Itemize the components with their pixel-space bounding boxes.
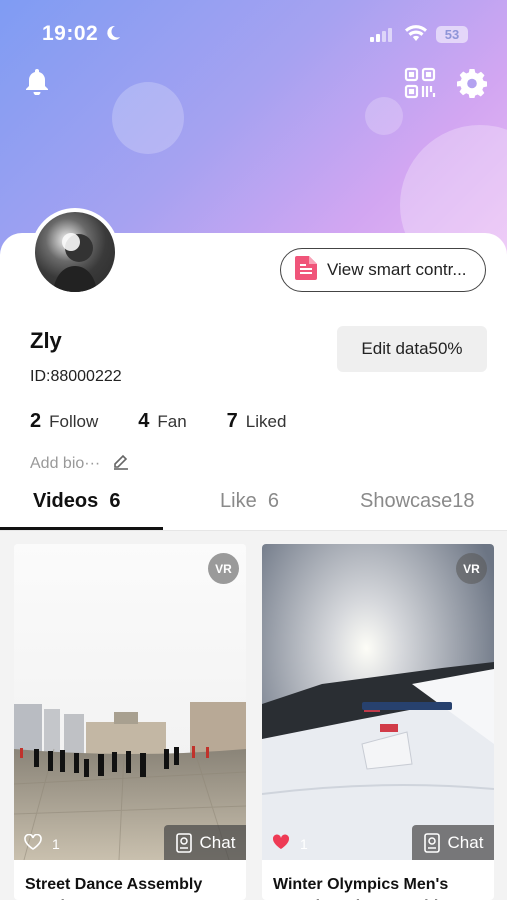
gear-icon[interactable]	[455, 66, 489, 100]
decorative-bubble	[112, 82, 184, 154]
edit-data-button[interactable]: Edit data50%	[337, 326, 487, 372]
avatar-image	[35, 212, 115, 292]
content-tabs: Videos 6 Like 6 Showcase18	[0, 482, 507, 530]
stat-label: Liked	[245, 412, 287, 431]
tab-label: Showcase	[360, 490, 453, 512]
decorative-bubble	[365, 97, 403, 135]
status-time: 19:02	[42, 22, 99, 45]
smart-contract-label: View smart contr...	[327, 260, 467, 279]
tab-like[interactable]: Like 6	[220, 490, 279, 513]
stat-label: Follow	[49, 412, 99, 431]
like-count: 1	[52, 835, 60, 852]
tab-label: Like	[220, 490, 257, 512]
vr-badge: VR	[208, 553, 239, 584]
profile-name: Zly	[30, 328, 62, 353]
profile-id: ID:88000222	[30, 368, 122, 385]
video-title: Winter Olympics Men's Snowboard Competit…	[273, 876, 458, 900]
bio-placeholder: Add bio···	[30, 454, 101, 472]
video-card[interactable]: VR 1 Chat Winter Olympics Men's Snowboar…	[262, 544, 494, 900]
stat-count: 7	[226, 410, 238, 432]
tab-label: Videos	[33, 490, 99, 512]
tab-showcase[interactable]: Showcase18	[360, 490, 475, 513]
stat-fan[interactable]: 4 Fan	[138, 410, 186, 433]
bell-icon[interactable]	[22, 66, 52, 96]
like-counter[interactable]: 1	[24, 833, 60, 853]
tab-videos[interactable]: Videos 6	[33, 490, 120, 513]
video-card[interactable]: VR 1 Chat Street Dance Assembly Number	[14, 544, 246, 900]
wifi-icon	[404, 24, 428, 47]
heart-filled-icon	[272, 834, 290, 853]
chat-label: Chat	[447, 832, 484, 852]
chat-certificate-icon	[423, 832, 440, 853]
stat-liked[interactable]: 7 Liked	[227, 410, 287, 433]
chat-button[interactable]: Chat	[412, 825, 494, 860]
signal-icon	[370, 27, 392, 47]
vr-badge: VR	[456, 553, 487, 584]
add-bio-link[interactable]: Add bio···	[30, 452, 130, 475]
tab-count: 18	[452, 490, 475, 512]
avatar[interactable]	[31, 208, 119, 296]
tab-count: 6	[109, 490, 121, 512]
video-title: Street Dance Assembly Number	[25, 876, 203, 900]
chat-label: Chat	[199, 832, 236, 852]
like-count: 1	[300, 835, 308, 852]
qr-code-icon[interactable]	[403, 66, 437, 100]
view-smart-contract-button[interactable]: View smart contr...	[280, 248, 486, 292]
profile-stats: 2 Follow 4 Fan 7 Liked	[30, 410, 326, 433]
heart-outline-icon	[24, 833, 42, 853]
video-thumbnail	[14, 544, 246, 860]
pencil-icon	[112, 452, 130, 475]
stat-label: Fan	[157, 412, 187, 431]
like-counter[interactable]: 1	[272, 834, 308, 853]
chat-button[interactable]: Chat	[164, 825, 246, 860]
battery-indicator: 53	[436, 26, 468, 43]
stat-count: 2	[30, 410, 42, 432]
chat-certificate-icon	[175, 832, 192, 853]
moon-icon	[104, 24, 122, 47]
stat-follow[interactable]: 2 Follow	[30, 410, 98, 433]
status-bar: 19:02 53	[0, 0, 507, 70]
stat-count: 4	[138, 410, 150, 432]
video-thumbnail	[262, 544, 494, 860]
tab-count: 6	[267, 490, 279, 512]
document-icon	[295, 255, 317, 285]
